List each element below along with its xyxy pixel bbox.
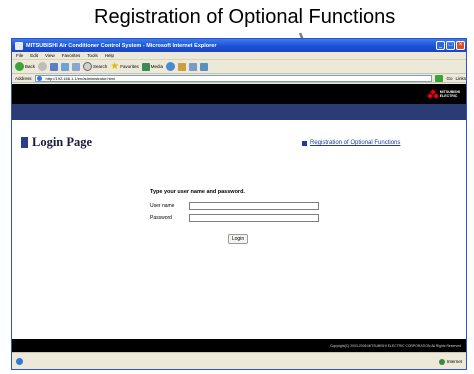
username-label: User name <box>150 203 175 209</box>
menu-bar: File Edit View Favorites Tools Help <box>12 52 466 60</box>
back-label: Back <box>25 64 36 69</box>
media-button[interactable]: Media <box>141 62 164 71</box>
media-label: Media <box>150 64 164 69</box>
history-icon[interactable] <box>166 62 176 71</box>
search-button[interactable]: Search <box>83 62 107 71</box>
registration-link[interactable]: Registration of Optional Functions <box>302 140 400 146</box>
menu-view[interactable]: View <box>45 53 55 58</box>
print-icon[interactable] <box>189 62 198 71</box>
edit-icon[interactable] <box>200 62 209 71</box>
brand-band: MITSUBISHI ELECTRIC <box>12 84 466 104</box>
copyright-text: Copyright(C) 2003-2006 MITSUBISHI ELECTR… <box>330 343 461 348</box>
menu-edit[interactable]: Edit <box>30 53 38 58</box>
globe-icon <box>438 358 445 365</box>
forward-arrow-icon[interactable] <box>38 62 48 71</box>
menu-help[interactable]: Help <box>105 53 114 58</box>
mitsubishi-logo: MITSUBISHI ELECTRIC <box>426 89 460 99</box>
page-heading: Login Page <box>21 135 92 150</box>
address-label: Address <box>15 75 32 81</box>
logo-line2: ELECTRIC <box>439 94 458 98</box>
star-icon: ★ <box>110 61 120 72</box>
page-title: Login Page <box>32 135 93 149</box>
address-bar: Address http://192.168.1.1/en/administra… <box>12 74 466 83</box>
registration-link-text[interactable]: Registration of Optional Functions <box>310 140 400 146</box>
search-label: Search <box>93 64 108 69</box>
ie-app-icon <box>15 41 23 50</box>
page-status-icon <box>16 358 23 365</box>
minimize-button[interactable]: _ <box>436 41 445 50</box>
link-square-icon <box>302 140 307 146</box>
menu-favorites[interactable]: Favorites <box>62 53 81 58</box>
favorites-label: Favorites <box>120 64 139 69</box>
go-button[interactable]: Go <box>446 76 452 81</box>
media-icon <box>141 62 150 71</box>
address-field[interactable]: http://192.168.1.1/en/administrator.html <box>34 74 433 82</box>
username-input[interactable] <box>189 202 319 210</box>
browser-window: MITSUBISHI Air Conditioner Control Syste… <box>11 38 467 370</box>
heading-square-icon <box>21 137 28 148</box>
toolbar: Back Search ★ Favorites Media <box>12 60 466 74</box>
stop-icon[interactable] <box>50 62 59 71</box>
menu-tools[interactable]: Tools <box>87 53 98 58</box>
page-content: MITSUBISHI ELECTRIC Login Page Registrat… <box>12 84 466 352</box>
maximize-button[interactable]: □ <box>446 41 455 50</box>
status-bar: Internet <box>12 352 466 369</box>
back-button[interactable]: Back <box>15 62 35 71</box>
password-input[interactable] <box>189 214 319 222</box>
favorites-button[interactable]: ★ Favorites <box>110 61 139 72</box>
callout-title: Registration of Optional Functions <box>94 6 396 28</box>
search-icon <box>83 62 93 71</box>
menu-file[interactable]: File <box>16 53 23 58</box>
window-title: MITSUBISHI Air Conditioner Control Syste… <box>26 42 217 49</box>
three-diamonds-icon <box>426 89 439 99</box>
page-icon <box>36 75 42 81</box>
title-bar: MITSUBISHI Air Conditioner Control Syste… <box>12 39 466 52</box>
home-icon[interactable] <box>72 62 81 71</box>
zone-label: Internet <box>446 359 462 364</box>
mail-icon[interactable] <box>178 62 187 71</box>
back-arrow-icon <box>15 62 24 71</box>
footer-band: Copyright(C) 2003-2006 MITSUBISHI ELECTR… <box>12 339 466 352</box>
password-label: Password <box>150 215 172 221</box>
links-button[interactable]: Links <box>455 76 466 81</box>
close-button[interactable]: × <box>456 41 465 50</box>
go-arrow-icon[interactable] <box>435 74 444 82</box>
password-row: Password <box>150 214 319 222</box>
security-zone: Internet <box>438 358 462 365</box>
address-url: http://192.168.1.1/en/administrator.html <box>45 75 115 81</box>
login-button[interactable]: Login <box>228 234 248 244</box>
username-row: User name <box>150 202 319 210</box>
login-prompt: Type your user name and password. <box>150 189 245 195</box>
refresh-icon[interactable] <box>61 62 70 71</box>
nav-band <box>12 104 466 120</box>
